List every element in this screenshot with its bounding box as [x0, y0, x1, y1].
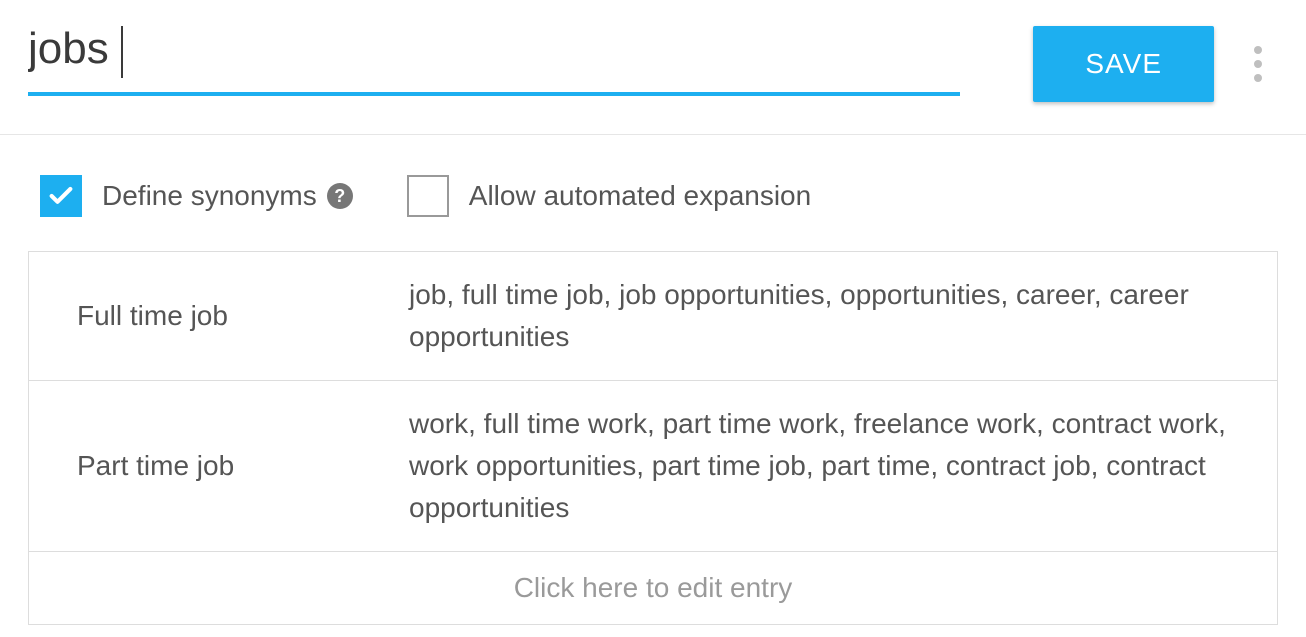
options-row: Define synonyms ? Allow automated expans…	[0, 135, 1306, 251]
more-menu-button[interactable]	[1238, 36, 1278, 92]
allow-expansion-label: Allow automated expansion	[469, 180, 811, 212]
entries-table: Full time job job, full time job, job op…	[28, 251, 1278, 625]
table-row[interactable]: Full time job job, full time job, job op…	[29, 252, 1277, 381]
entry-synonyms: work, full time work, part time work, fr…	[409, 381, 1277, 551]
header-actions: SAVE	[960, 20, 1278, 102]
more-vertical-icon	[1254, 46, 1262, 54]
table-row[interactable]: Part time job work, full time work, part…	[29, 381, 1277, 552]
title-wrap	[28, 20, 960, 96]
allow-expansion-option: Allow automated expansion	[407, 175, 811, 217]
define-synonyms-checkbox[interactable]	[40, 175, 82, 217]
header: SAVE	[0, 0, 1306, 135]
add-entry-row[interactable]: Click here to edit entry	[29, 552, 1277, 624]
define-synonyms-label: Define synonyms ?	[102, 180, 353, 212]
check-icon	[47, 182, 75, 210]
save-button[interactable]: SAVE	[1033, 26, 1214, 102]
entry-name: Part time job	[29, 381, 409, 551]
entry-name: Full time job	[29, 252, 409, 380]
entry-synonyms: job, full time job, job opportunities, o…	[409, 252, 1277, 380]
allow-expansion-checkbox[interactable]	[407, 175, 449, 217]
entity-name-input[interactable]	[28, 20, 960, 96]
define-synonyms-option: Define synonyms ?	[40, 175, 353, 217]
help-icon[interactable]: ?	[327, 183, 353, 209]
text-cursor	[121, 26, 123, 78]
